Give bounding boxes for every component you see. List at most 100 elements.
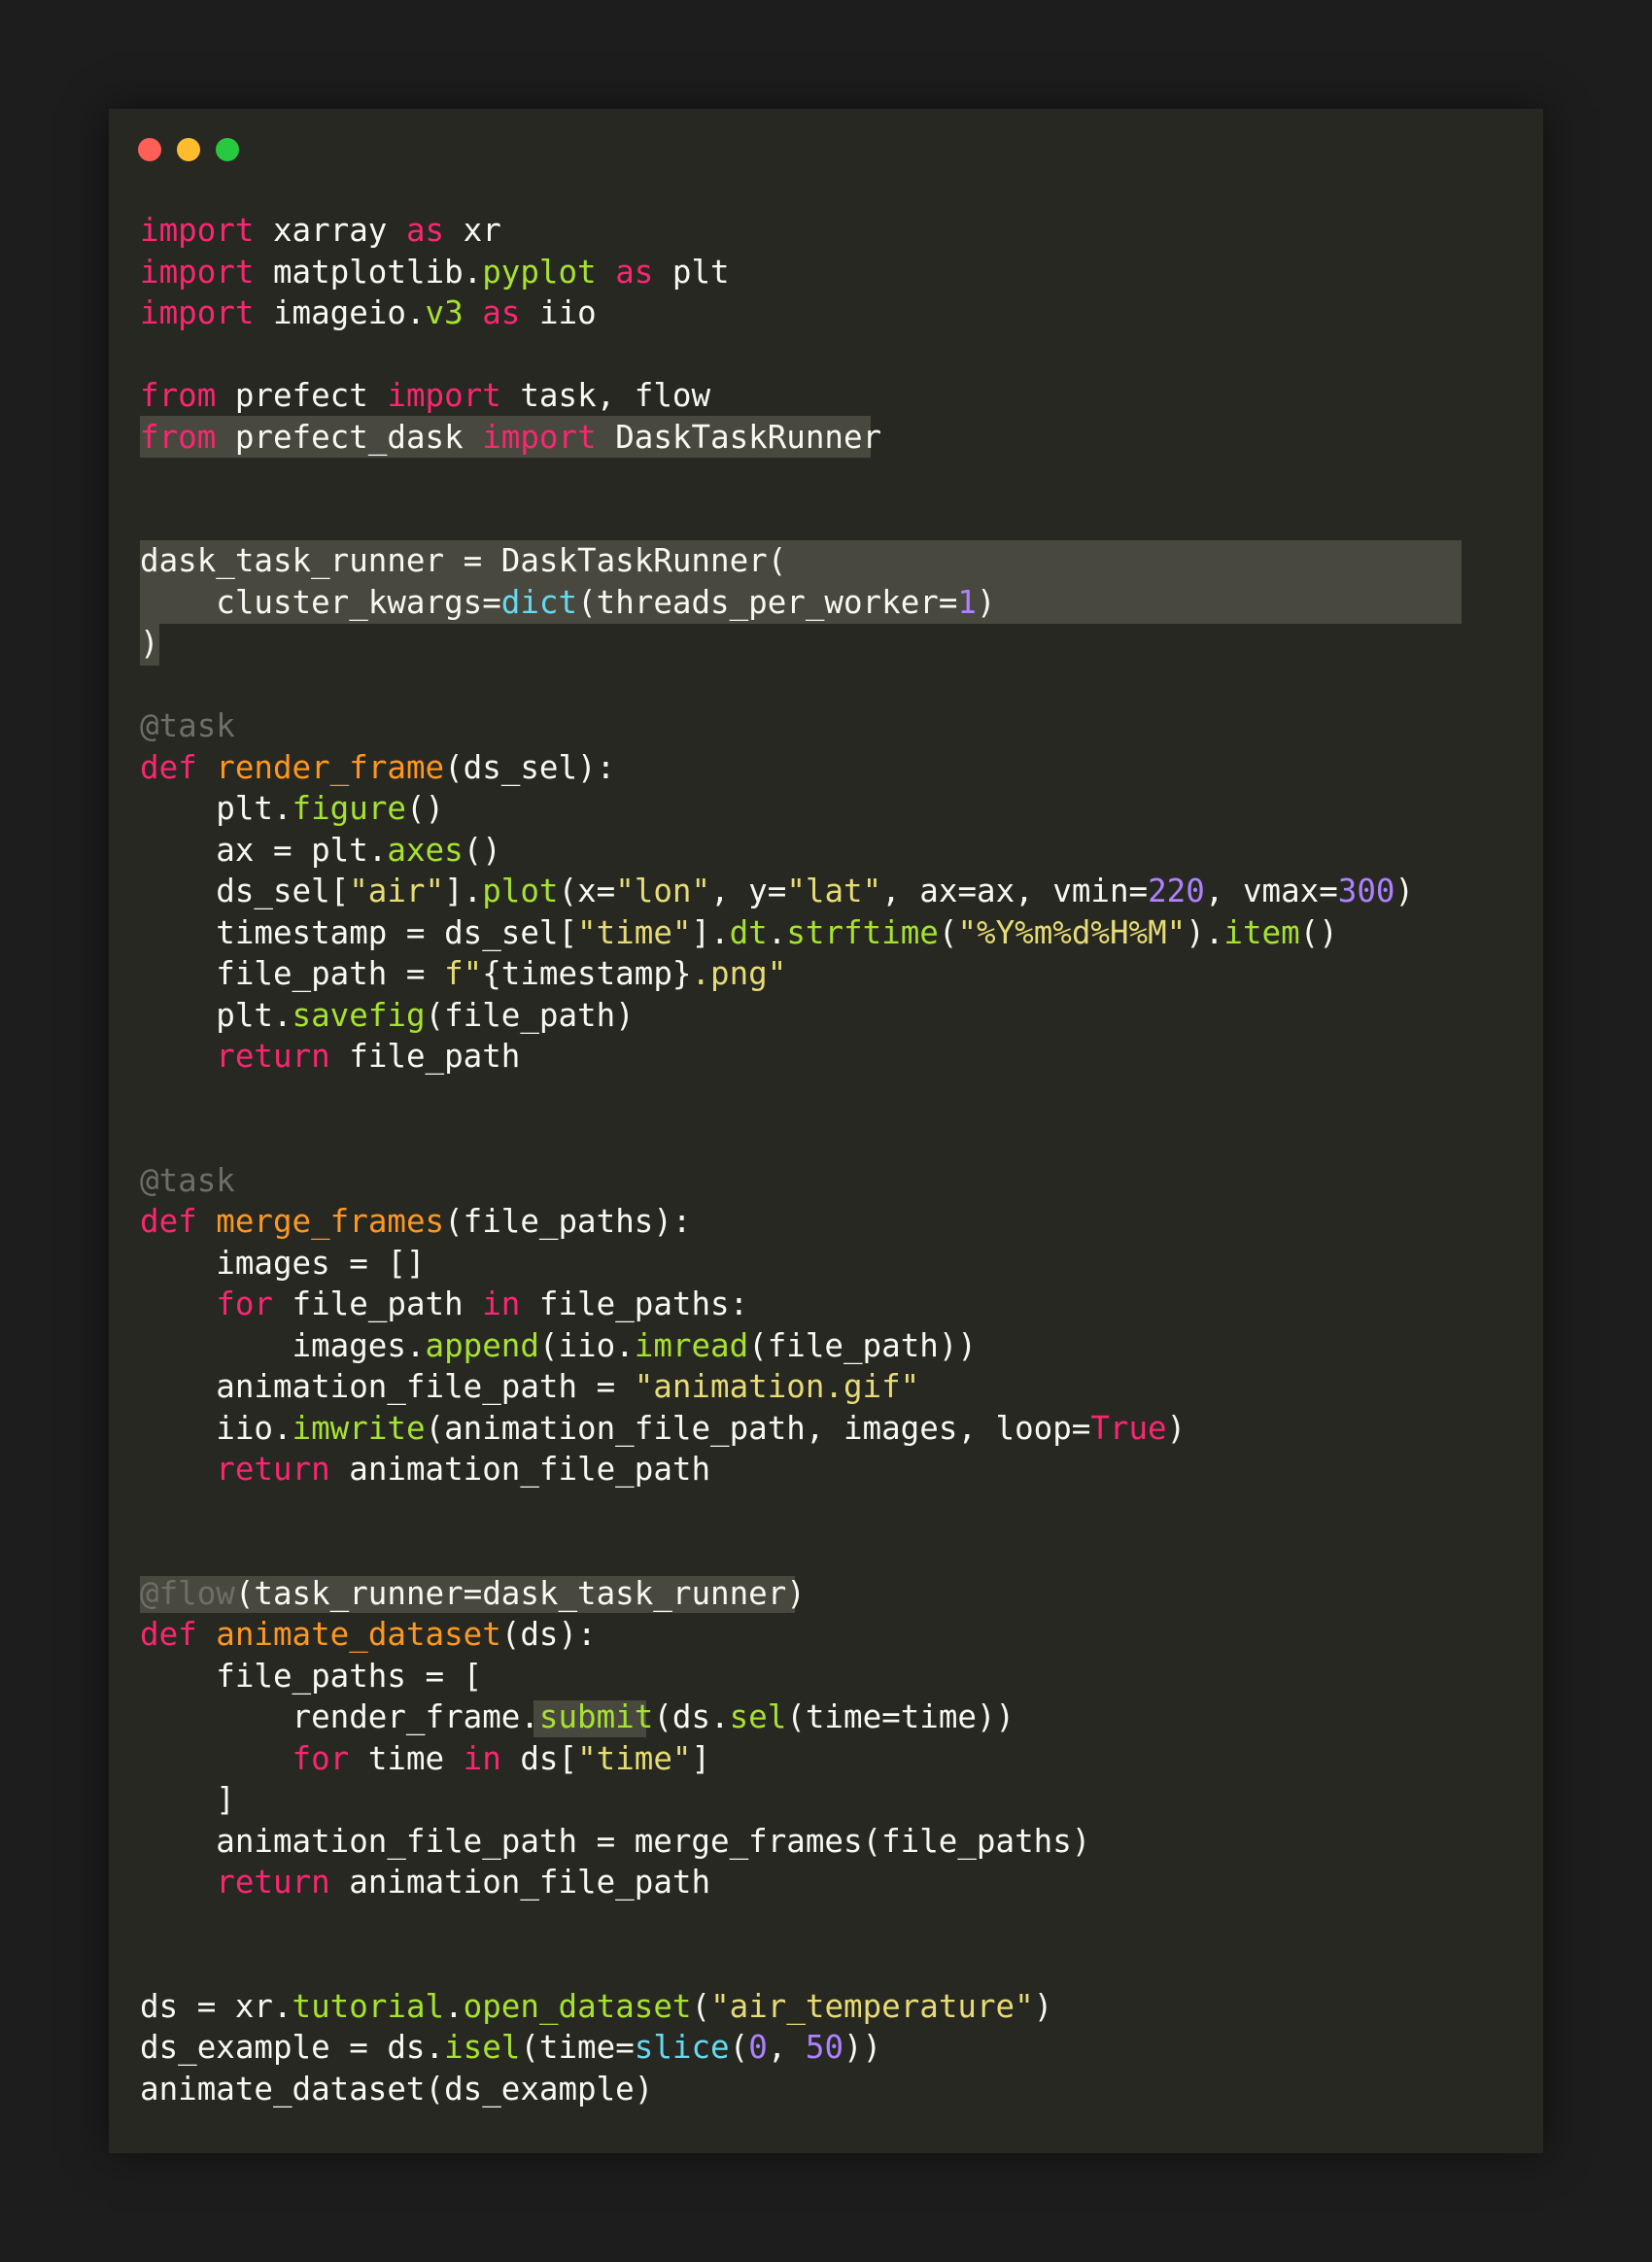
code-line[interactable] [140,499,1414,541]
code-token: (ds): [500,1616,597,1653]
code-token: ]. [444,873,483,909]
code-line[interactable]: for time in ds["time"] [140,1738,1414,1780]
close-button-icon[interactable] [138,138,161,161]
code-token: iio [520,294,597,331]
code-line[interactable]: def merge_frames(file_paths): [140,1201,1414,1243]
code-token: animation_file_path [329,1451,711,1488]
code-token: "%Y%m%d%H%M" [957,913,1187,951]
code-line[interactable]: return file_path [140,1036,1414,1078]
code-token: import [140,212,255,249]
code-token: animate_dataset(ds_example) [140,2070,654,2108]
code-line[interactable] [140,458,1414,499]
code-token: as [405,212,445,249]
code-line[interactable] [140,1944,1414,1986]
code-line[interactable]: import imageio.v3 as iio [140,292,1414,334]
code-line[interactable]: ) [140,623,1414,665]
code-line[interactable]: iio.imwrite(animation_file_path, images,… [140,1408,1414,1450]
maximize-button-icon[interactable] [216,138,239,161]
code-token: ] [691,1739,711,1777]
code-line[interactable]: @task [140,1160,1414,1202]
code-line[interactable]: @flow(task_runner=dask_task_runner) [140,1573,1414,1615]
code-line[interactable]: for file_path in file_paths: [140,1284,1414,1325]
code-token: xr [444,212,501,249]
code-token: open_dataset [463,1987,692,2025]
code-token: task, flow [500,377,711,414]
code-line[interactable]: cluster_kwargs=dict(threads_per_worker=1… [140,582,1414,624]
minimize-button-icon[interactable] [177,138,200,161]
code-token: "time" [577,1739,692,1777]
code-line[interactable]: animation_file_path = merge_frames(file_… [140,1821,1414,1863]
code-line[interactable]: def render_frame(ds_sel): [140,747,1414,789]
code-line[interactable] [140,1118,1414,1160]
code-token: as [482,294,521,331]
code-line[interactable]: import matplotlib.pyplot as plt [140,252,1414,293]
code-line[interactable]: @task [140,705,1414,747]
code-token: animation_file_path = [140,1368,635,1405]
code-line[interactable]: timestamp = ds_sel["time"].dt.strftime("… [140,912,1414,954]
code-line[interactable]: ax = plt.axes() [140,830,1414,872]
code-token: DaskTaskRunner [596,418,882,456]
code-token: return [216,1038,330,1075]
code-line[interactable]: ds_sel["air"].plot(x="lon", y="lat", ax=… [140,871,1414,912]
code-token: prefect [216,377,388,414]
code-token: "air_temperature" [710,1987,1034,2025]
code-token: sel [729,1698,787,1735]
code-line[interactable]: ds = xr.tutorial.open_dataset("air_tempe… [140,1986,1414,2028]
code-token: for [292,1739,350,1777]
code-line[interactable]: file_path = f"{timestamp}.png" [140,953,1414,995]
code-line[interactable] [140,1078,1414,1119]
code-line[interactable]: animation_file_path = "animation.gif" [140,1366,1414,1408]
code-token: "lon" [615,873,711,909]
code-line[interactable]: ds_example = ds.isel(time=slice(0, 50)) [140,2027,1414,2069]
code-token: 0 [748,2029,768,2066]
code-line[interactable]: from prefect import task, flow [140,375,1414,417]
code-token: figure [292,790,406,827]
code-line[interactable]: plt.savefig(file_path) [140,995,1414,1037]
code-token: ( [938,913,958,951]
code-line[interactable]: animate_dataset(ds_example) [140,2069,1414,2110]
code-line[interactable]: import xarray as xr [140,210,1414,252]
code-line[interactable]: images.append(iio.imread(file_path)) [140,1325,1414,1367]
code-line[interactable]: from prefect_dask import DaskTaskRunner [140,417,1414,459]
code-token: True [1090,1409,1167,1447]
code-token: dask_task_runner = DaskTaskRunner( [140,542,787,579]
code-token: (ds. [653,1698,730,1735]
code-token: def [140,1616,197,1653]
code-token: plt [653,253,730,291]
code-token: time [349,1739,464,1777]
code-token: import [140,294,255,331]
code-line[interactable]: return animation_file_path [140,1449,1414,1491]
code-token: file_paths = [ [140,1657,483,1695]
code-line[interactable]: return animation_file_path [140,1862,1414,1903]
code-line[interactable]: plt.figure() [140,788,1414,830]
code-line[interactable] [140,1531,1414,1573]
code-line[interactable] [140,1491,1414,1532]
code-line[interactable]: images = [] [140,1243,1414,1285]
code-line[interactable] [140,665,1414,706]
code-line[interactable] [140,334,1414,376]
code-token: ds = xr. [140,1987,293,2025]
code-token: "animation.gif" [634,1368,920,1405]
code-token: 1 [957,583,977,621]
code-line[interactable] [140,1903,1414,1945]
code-line[interactable]: def animate_dataset(ds): [140,1614,1414,1656]
code-token: . [444,1987,464,2025]
code-token: import [140,253,255,291]
code-token: ds[ [500,1739,578,1777]
code-token: return [216,1451,330,1488]
code-editor[interactable]: import xarray as xr import matplotlib.pyp… [140,210,1414,2109]
code-line[interactable]: render_frame.submit(ds.sel(time=time)) [140,1696,1414,1738]
code-line[interactable]: ] [140,1779,1414,1821]
code-token: "air" [349,873,445,909]
code-token: v3 [425,294,464,331]
code-line[interactable]: dask_task_runner = DaskTaskRunner( [140,540,1414,582]
code-token: {timestamp} [482,955,692,992]
code-line[interactable]: file_paths = [ [140,1656,1414,1697]
code-token: plt. [140,790,293,827]
